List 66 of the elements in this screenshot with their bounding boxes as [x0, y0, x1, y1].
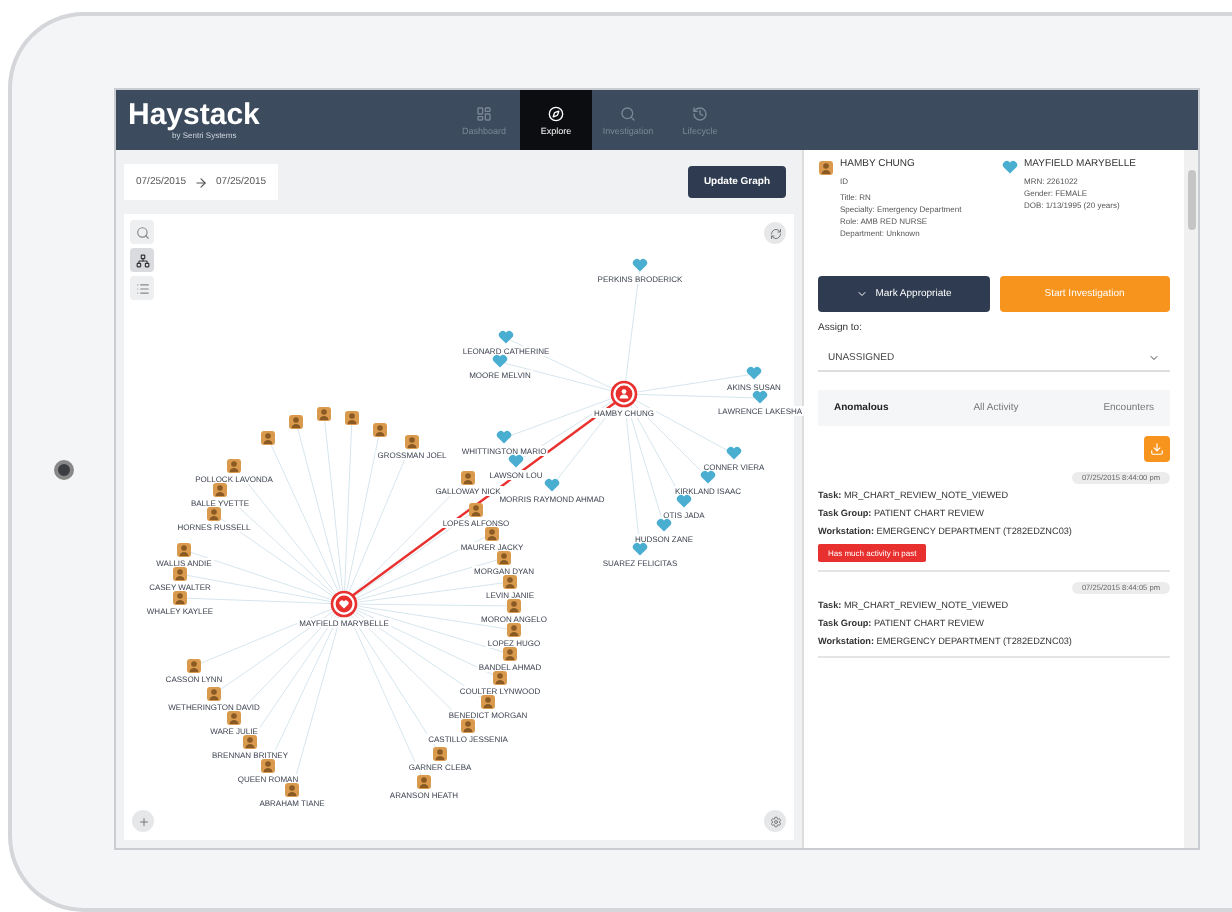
person-icon[interactable] [284, 782, 300, 798]
heart-icon[interactable] [508, 454, 524, 468]
person-icon[interactable] [480, 694, 496, 710]
person-icon[interactable] [260, 430, 276, 446]
heart-icon[interactable] [544, 478, 560, 492]
person-icon[interactable] [506, 622, 522, 638]
person-icon[interactable] [186, 658, 202, 674]
person-icon[interactable] [172, 566, 188, 582]
search-icon [135, 225, 149, 239]
heart-icon[interactable] [676, 494, 692, 508]
person-icon[interactable] [460, 718, 476, 734]
person-icon[interactable] [226, 710, 242, 726]
person-icon[interactable] [242, 734, 258, 750]
app-logo: Haystack [128, 100, 262, 130]
caret-icon [1148, 351, 1160, 363]
download-icon [1150, 442, 1164, 456]
arrow-right-icon [194, 175, 209, 189]
heart-icon[interactable] [1002, 160, 1018, 174]
heart-icon[interactable] [746, 366, 762, 380]
person-icon[interactable] [492, 670, 508, 686]
ringed-person-icon[interactable] [610, 380, 638, 408]
person-icon[interactable] [496, 550, 512, 566]
person-icon[interactable] [460, 470, 476, 486]
person-icon[interactable] [344, 410, 360, 426]
person-icon[interactable] [468, 502, 484, 518]
heart-icon[interactable] [496, 430, 512, 444]
hierarchy-icon [135, 253, 149, 267]
heart-icon[interactable] [498, 330, 514, 344]
person-icon[interactable] [206, 506, 222, 522]
explore-icon [548, 105, 564, 121]
person-icon[interactable] [260, 758, 276, 774]
person-icon[interactable] [226, 458, 242, 474]
person-icon[interactable] [316, 406, 332, 422]
list-icon [135, 281, 149, 295]
person-icon[interactable] [416, 774, 432, 790]
heart-icon[interactable] [632, 542, 648, 556]
ringed-heart-icon[interactable] [330, 590, 358, 618]
heart-icon[interactable] [726, 446, 742, 460]
person-icon[interactable] [176, 542, 192, 558]
dashboard-icon [476, 105, 492, 121]
person-icon[interactable] [506, 598, 522, 614]
person-icon[interactable] [818, 160, 834, 176]
person-icon[interactable] [172, 590, 188, 606]
person-icon[interactable] [404, 434, 420, 450]
person-icon[interactable] [484, 526, 500, 542]
person-icon[interactable] [372, 422, 388, 438]
heart-icon[interactable] [700, 470, 716, 484]
caret-icon [855, 288, 868, 300]
heart-icon[interactable] [492, 354, 508, 368]
settings-icon [769, 815, 781, 827]
heart-icon[interactable] [656, 518, 672, 532]
heart-icon[interactable] [752, 390, 768, 404]
investigation-icon [620, 105, 636, 121]
person-icon[interactable] [502, 574, 518, 590]
plus-icon [137, 815, 149, 827]
refresh-icon [769, 227, 781, 239]
heart-icon[interactable] [632, 258, 648, 272]
person-icon[interactable] [432, 746, 448, 762]
person-icon[interactable] [206, 686, 222, 702]
person-icon[interactable] [288, 414, 304, 430]
refresh-button[interactable] [764, 222, 786, 244]
settings-button[interactable] [764, 810, 786, 832]
person-icon[interactable] [502, 646, 518, 662]
hierarchy-tool-button[interactable] [130, 248, 154, 272]
person-icon[interactable] [212, 482, 228, 498]
history-icon [692, 105, 708, 121]
